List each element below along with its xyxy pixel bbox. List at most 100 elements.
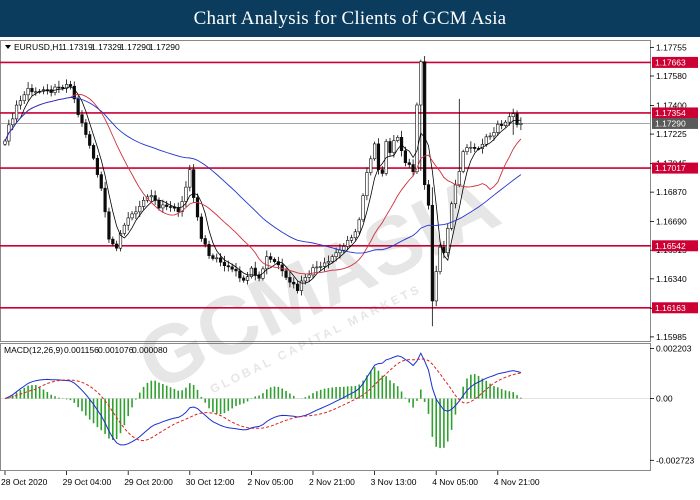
candle-body	[519, 123, 523, 125]
candle-body	[149, 195, 153, 198]
candle-body	[415, 104, 419, 173]
candle-body	[138, 206, 142, 213]
candle-body	[91, 145, 96, 159]
candle-body	[319, 266, 323, 268]
candle-body	[369, 158, 373, 173]
candle-body	[269, 256, 273, 260]
price-tick-label: 1.16870	[656, 187, 687, 197]
candle-body	[419, 61, 423, 106]
candle-body	[423, 61, 427, 185]
candle-body	[18, 100, 23, 106]
candle-body	[122, 224, 126, 234]
candle-body	[311, 267, 315, 276]
candle-body	[465, 147, 469, 152]
macd-label: MACD(12,26,9)	[4, 345, 63, 355]
time-tick-label: 28 Oct 2020	[1, 477, 48, 487]
candle-body	[199, 216, 203, 239]
candle-body	[473, 146, 477, 149]
candle-body	[161, 204, 165, 209]
candle-body	[22, 94, 26, 102]
macd-header: MACD(12,26,9) 0.001156 0.001076 0.000080	[4, 345, 168, 355]
candle-body	[95, 157, 99, 175]
price-tick-label: 1.16690	[656, 217, 687, 227]
candle-body	[461, 151, 465, 172]
candle-body	[484, 136, 488, 145]
price-tick-label: 1.17225	[656, 129, 687, 139]
macd-histogram-value: 0.000080	[132, 345, 168, 355]
candle-body	[107, 211, 111, 240]
candle-body	[215, 257, 219, 260]
candle-body	[61, 86, 65, 89]
banner: Chart Analysis for Clients of GCM Asia	[0, 0, 700, 37]
candle-body	[157, 200, 161, 209]
chart-canvas[interactable]: GCMASIA GLOBAL CAPITAL MARKETS EURUSD,H1…	[0, 37, 700, 500]
candle-body	[226, 265, 230, 268]
level-tag-label: 1.16163	[655, 303, 686, 313]
candle-body	[469, 146, 473, 149]
candle-body	[184, 186, 188, 202]
macd-tick-label: 0.00	[656, 394, 673, 404]
candle-body	[515, 113, 519, 125]
candle-body	[411, 164, 415, 173]
candle-body	[76, 98, 80, 115]
candle-body	[330, 256, 334, 262]
candle-body	[372, 143, 377, 160]
candle-body	[449, 203, 454, 229]
banner-title: Chart Analysis for Clients of GCM Asia	[193, 7, 507, 29]
candle-body	[403, 150, 408, 164]
candle-body	[492, 132, 496, 137]
candle-body	[142, 199, 146, 207]
time-tick-label: 30 Oct 12:00	[186, 477, 235, 487]
candle-body	[326, 261, 331, 264]
candle-body	[219, 257, 223, 263]
level-tag-label: 1.17354	[655, 108, 686, 118]
candle-body	[388, 141, 392, 153]
candle-body	[315, 266, 319, 269]
symbol-header: EURUSD,H1 1.17319 1.17329 1.17290 1.1729…	[5, 42, 180, 52]
ohlc-high: 1.17329	[91, 42, 122, 52]
ohlc-close: 1.17290	[149, 42, 180, 52]
time-tick-label: 29 Oct 04:00	[63, 477, 112, 487]
candle-body	[438, 246, 442, 272]
macd-tick-label: 0.002203	[656, 344, 692, 354]
price-tick-label: 1.15985	[656, 332, 687, 342]
candle-body	[57, 86, 61, 89]
candle-body	[380, 169, 384, 174]
candle-body	[222, 261, 227, 266]
time-tick-label: 4 Nov 05:00	[432, 477, 478, 487]
candle-body	[126, 217, 130, 226]
candle-body	[165, 204, 169, 207]
level-tag-label: 1.17017	[655, 163, 686, 173]
candle-body	[195, 197, 200, 218]
candle-body	[245, 276, 250, 281]
candle-body	[361, 195, 365, 221]
current-price-label: 1.17290	[655, 118, 686, 128]
candle-body	[446, 228, 450, 253]
candle-body	[230, 266, 234, 270]
candle-body	[376, 143, 381, 170]
candle-body	[211, 255, 215, 259]
candle-body	[203, 238, 207, 245]
candle-body	[353, 231, 357, 239]
candle-body	[307, 274, 311, 278]
candle-body	[457, 171, 461, 186]
candle-body	[288, 277, 292, 283]
candle-body	[238, 270, 242, 279]
macd-signal-value: 0.001076	[98, 345, 134, 355]
candle-body	[26, 88, 30, 96]
candle-body	[134, 211, 138, 215]
macd-tick-label: -0.002723	[656, 455, 695, 465]
candle-body	[272, 259, 277, 262]
candle-body	[130, 213, 134, 219]
candle-body	[34, 91, 38, 93]
candle-body	[284, 270, 288, 278]
candle-body	[342, 246, 346, 251]
ohlc-open: 1.17319	[62, 42, 93, 52]
candle-body	[68, 84, 73, 87]
candle-body	[292, 281, 296, 285]
candle-body	[488, 135, 492, 138]
macd-value: 0.001156	[64, 345, 99, 355]
candle-body	[303, 277, 307, 282]
candle-body	[88, 134, 92, 146]
candle-body	[365, 172, 369, 196]
